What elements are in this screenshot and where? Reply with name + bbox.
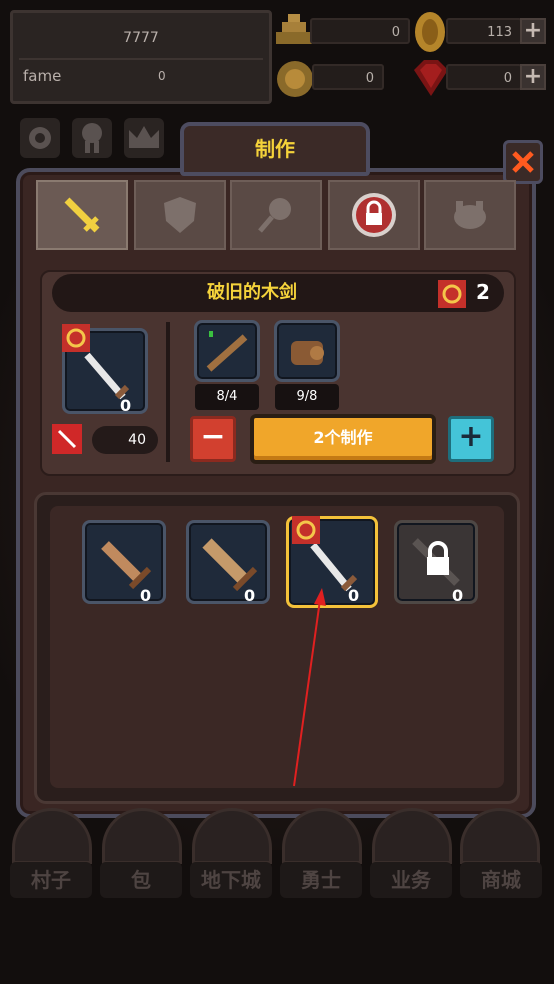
coins-count: 113 bbox=[446, 18, 522, 44]
nav-shop[interactable]: 商城 bbox=[460, 862, 542, 898]
attack-value: 40 bbox=[92, 426, 158, 454]
item-name: 破旧的木剑 bbox=[207, 282, 297, 303]
craft-button[interactable]: 2个制作 bbox=[250, 414, 436, 464]
list-item-wooden-sword[interactable] bbox=[82, 520, 166, 604]
selected-quality-icon bbox=[292, 516, 320, 544]
gold-bars-count: 0 bbox=[310, 18, 410, 44]
nav-hero[interactable]: 勇士 bbox=[280, 862, 362, 898]
nav-bag[interactable]: 包 bbox=[100, 862, 182, 898]
close-icon bbox=[512, 151, 534, 173]
tab-pet[interactable] bbox=[424, 180, 516, 250]
list-item-locked[interactable] bbox=[394, 520, 478, 604]
wooden-sword-icon bbox=[101, 541, 152, 590]
result-count: 0 bbox=[120, 396, 132, 415]
fame-value: 0 bbox=[158, 69, 166, 83]
nav-business[interactable]: 业务 bbox=[370, 862, 452, 898]
material-count-stick: 8/4 bbox=[195, 384, 259, 410]
list-item-count-1: 0 bbox=[244, 586, 256, 605]
log-icon bbox=[291, 341, 324, 365]
racket-icon bbox=[258, 198, 291, 233]
sword-icon bbox=[64, 197, 100, 233]
medals-count: 0 bbox=[312, 64, 384, 90]
player-stats: 7777 fame 0 bbox=[10, 10, 272, 104]
material-slot-log[interactable] bbox=[274, 320, 340, 382]
increase-button[interactable]: + bbox=[448, 416, 494, 462]
list-item-count-0: 0 bbox=[140, 586, 152, 605]
stick-icon bbox=[206, 331, 248, 372]
tab-weapon[interactable] bbox=[36, 180, 128, 250]
nav-village[interactable]: 村子 bbox=[10, 862, 92, 898]
gear-icon bbox=[29, 127, 51, 149]
annotation-arrow bbox=[293, 588, 326, 787]
crown-icon bbox=[129, 126, 159, 148]
pet-icon bbox=[454, 201, 486, 229]
material-count-log: 9/8 bbox=[275, 384, 339, 410]
gold-value: 7777 bbox=[123, 30, 159, 46]
tab-accessory[interactable] bbox=[230, 180, 322, 250]
add-gems-button[interactable]: + bbox=[520, 64, 546, 90]
add-coins-button[interactable]: + bbox=[520, 18, 546, 44]
list-item-count-3: 0 bbox=[452, 586, 464, 605]
locked-item-icon bbox=[412, 538, 460, 586]
coin-icon bbox=[415, 12, 445, 52]
lock-icon bbox=[352, 193, 396, 237]
decrease-button[interactable]: − bbox=[190, 416, 236, 462]
quality-badge-icon bbox=[62, 324, 90, 352]
list-item-count-2: 0 bbox=[348, 586, 360, 605]
panel-title: 制作 bbox=[180, 122, 370, 176]
close-button[interactable] bbox=[503, 140, 543, 184]
tab-armor[interactable] bbox=[134, 180, 226, 250]
divider bbox=[166, 322, 170, 462]
ribbon-icon bbox=[82, 123, 102, 153]
broad-sword-icon bbox=[202, 538, 258, 592]
nav-dungeon[interactable]: 地下城 bbox=[190, 862, 272, 898]
settings-button[interactable] bbox=[20, 118, 60, 158]
quality-icon bbox=[438, 280, 466, 308]
shield-icon bbox=[164, 197, 196, 233]
gems-count: 0 bbox=[446, 64, 522, 90]
attack-icon bbox=[52, 424, 82, 454]
list-item-broad-sword[interactable] bbox=[186, 520, 270, 604]
ranking-button[interactable] bbox=[124, 118, 164, 158]
owned-quantity: 2 bbox=[476, 280, 490, 304]
achievements-button[interactable] bbox=[72, 118, 112, 158]
tab-locked[interactable] bbox=[328, 180, 420, 250]
material-slot-stick[interactable] bbox=[194, 320, 260, 382]
